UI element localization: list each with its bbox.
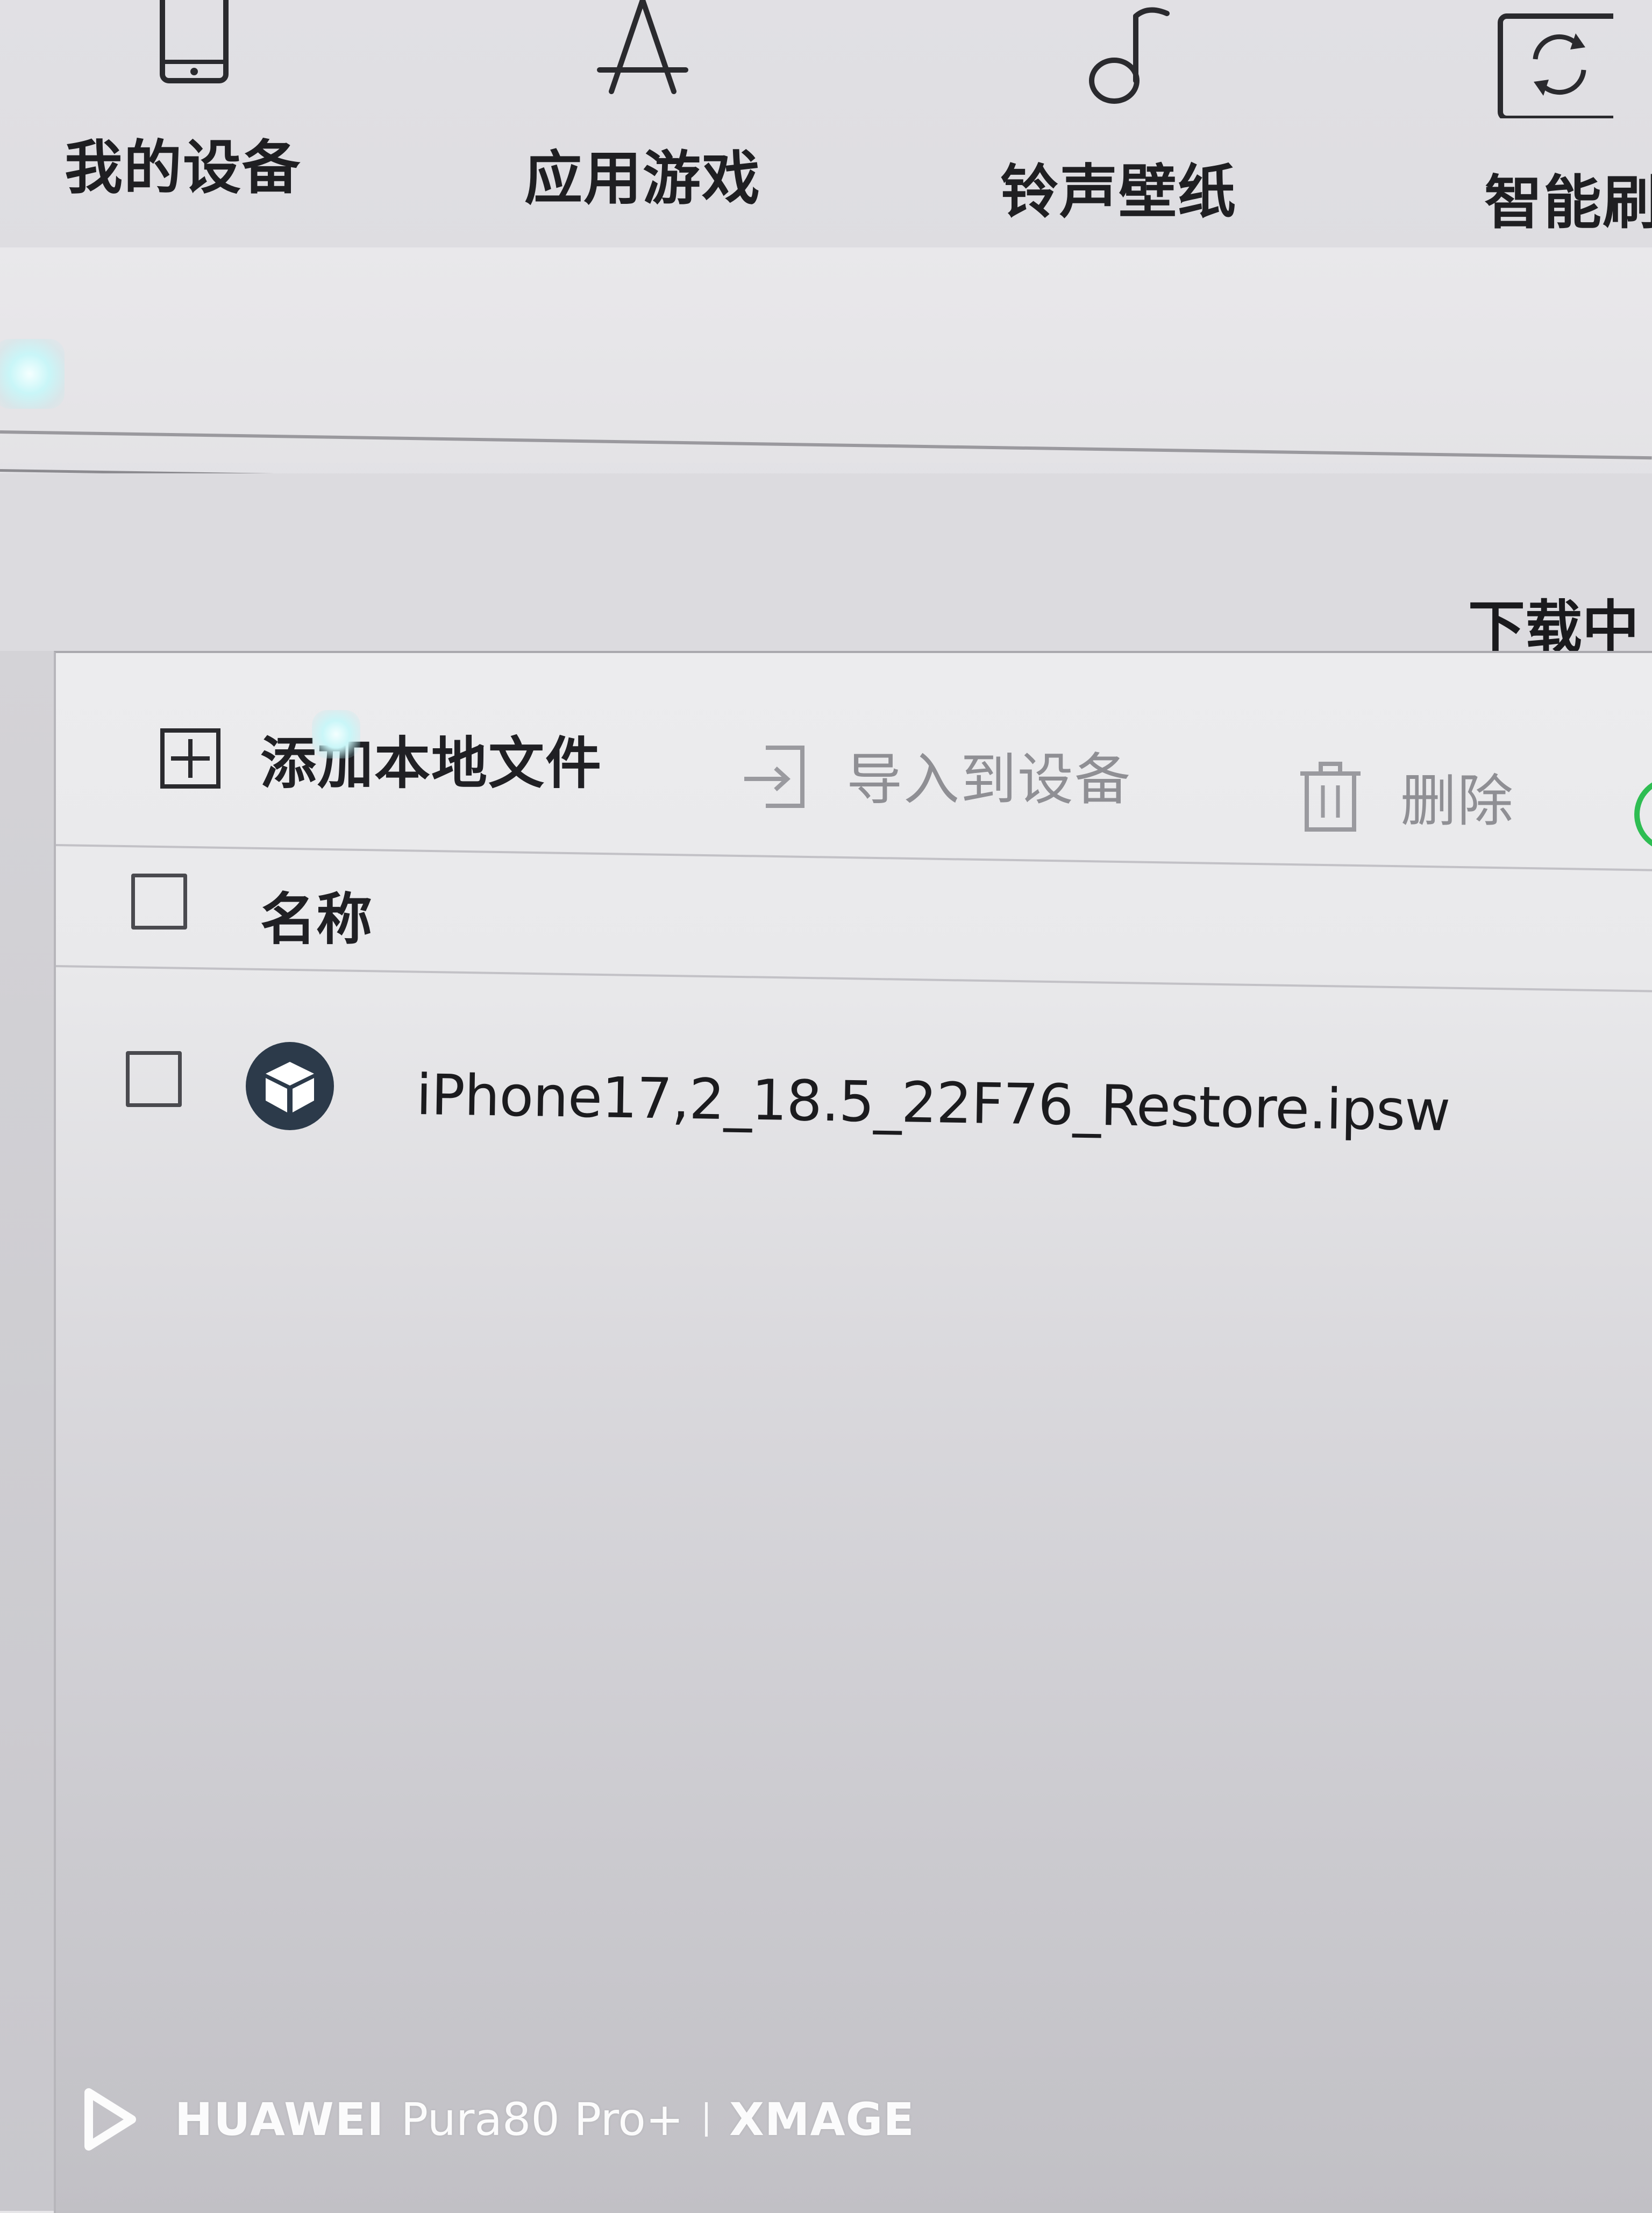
trash-icon [1300, 761, 1361, 832]
top-navigation: 我的设备 应用游戏 铃声壁纸 智能刷 [0, 0, 1652, 258]
toolbar-divider [55, 844, 1652, 872]
delete-button[interactable]: 删除 [1293, 755, 1514, 836]
phone-icon [160, 0, 229, 83]
nav-apps-games[interactable]: 应用游戏 [503, 0, 782, 247]
nav-label-ringtones-wallpapers: 铃声壁纸 [1000, 159, 1237, 226]
watermark-xmage: XMAGE [729, 2093, 915, 2146]
camera-watermark: HUAWEI Pura80 Pro+ XMAGE [78, 2082, 915, 2157]
left-gutter [0, 651, 54, 2211]
flash-refresh-icon [1498, 13, 1613, 118]
nav-label-my-devices: 我的设备 [64, 134, 301, 202]
nav-label-smart-flash: 智能刷 [1484, 169, 1652, 237]
refresh-icon[interactable] [1634, 777, 1652, 852]
watermark-separator [705, 2102, 708, 2137]
file-name: iPhone17,2_18.5_22F76_Restore.ipsw [416, 1062, 1451, 1144]
content-band [0, 247, 1652, 463]
import-icon [744, 745, 804, 808]
app-store-icon [597, 0, 688, 94]
screen-glare [0, 339, 65, 409]
watermark-brand: HUAWEI [175, 2093, 385, 2146]
play-logo-icon [84, 2088, 136, 2151]
watermark-model: Pura80 Pro+ [401, 2093, 684, 2146]
select-all-checkbox[interactable] [131, 874, 187, 930]
screen-glare [312, 710, 360, 758]
nav-label-apps-games: 应用游戏 [524, 145, 761, 212]
import-to-device-label: 导入到设备 [846, 747, 1132, 812]
nav-ringtones-wallpapers[interactable]: 铃声壁纸 [979, 0, 1258, 247]
music-note-icon [1089, 7, 1170, 104]
package-icon [246, 1042, 334, 1130]
delete-label: 删除 [1400, 768, 1515, 834]
row-checkbox[interactable] [126, 1051, 182, 1107]
nav-my-devices[interactable]: 我的设备 [43, 0, 323, 247]
column-header-name[interactable]: 名称 [260, 874, 372, 955]
header-divider [55, 965, 1652, 993]
nav-smart-flash[interactable]: 智能刷 [1463, 0, 1652, 247]
file-panel: 添加本地文件 导入到设备 删除 名称 iPhone17,2_18.5_22F76… [54, 651, 1652, 2213]
add-box-icon [160, 728, 220, 789]
tab-strip: 下载中 [0, 473, 1652, 661]
import-to-device-button[interactable]: 导入到设备 [739, 734, 1131, 815]
add-local-file-button[interactable]: 添加本地文件 [153, 718, 602, 799]
